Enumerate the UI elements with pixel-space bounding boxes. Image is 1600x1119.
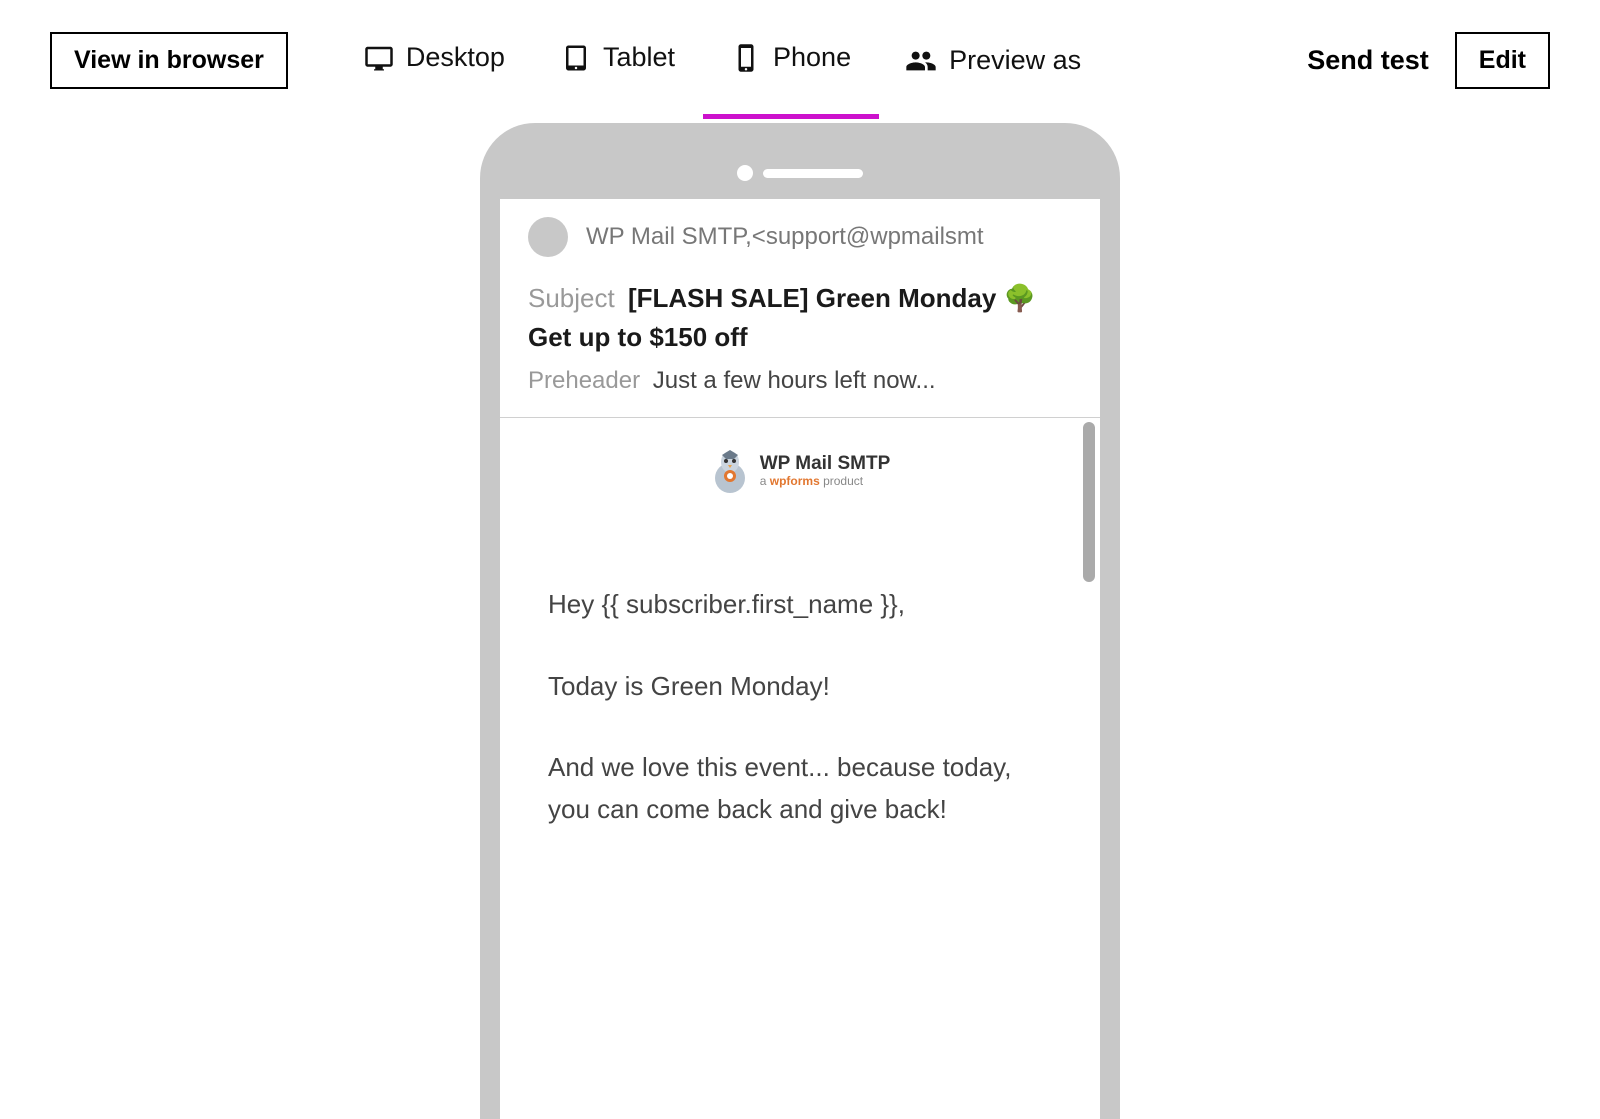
camera-dot-icon bbox=[737, 165, 753, 181]
preview-toolbar: View in browser Desktop Tablet Phone Pre… bbox=[0, 0, 1600, 91]
preview-area: WP Mail SMTP,<support@wpmailsmt Subject … bbox=[0, 91, 1600, 1119]
subject-label: Subject bbox=[528, 283, 615, 313]
email-body-text: Hey {{ subscriber.first_name }}, Today i… bbox=[520, 584, 1080, 830]
people-icon bbox=[905, 45, 937, 77]
send-test-button[interactable]: Send test bbox=[1281, 33, 1455, 88]
logo-sub-brand: wpforms bbox=[770, 474, 820, 488]
tablet-icon bbox=[561, 43, 591, 73]
tab-tablet-label: Tablet bbox=[603, 42, 675, 73]
view-in-browser-button[interactable]: View in browser bbox=[50, 32, 288, 89]
phone-icon bbox=[731, 43, 761, 73]
sender-row: WP Mail SMTP,<support@wpmailsmt bbox=[528, 217, 1072, 257]
body-para-3: And we love this event... because today,… bbox=[548, 747, 1052, 830]
logo-sub-suffix: product bbox=[820, 474, 863, 488]
brand-logo: WP Mail SMTP a wpforms product bbox=[520, 448, 1080, 494]
body-para-1: Hey {{ subscriber.first_name }}, bbox=[548, 584, 1052, 626]
scrollbar[interactable] bbox=[1083, 422, 1095, 582]
desktop-icon bbox=[364, 43, 394, 73]
tab-desktop[interactable]: Desktop bbox=[336, 30, 533, 91]
logo-subtitle: a wpforms product bbox=[760, 475, 891, 488]
phone-notch bbox=[500, 143, 1100, 199]
tab-phone-label: Phone bbox=[773, 42, 851, 73]
preheader-label: Preheader bbox=[528, 367, 640, 394]
tab-tablet[interactable]: Tablet bbox=[533, 30, 703, 91]
edit-button[interactable]: Edit bbox=[1455, 32, 1550, 89]
preview-as-button[interactable]: Preview as bbox=[879, 33, 1107, 89]
email-header: WP Mail SMTP,<support@wpmailsmt Subject … bbox=[500, 199, 1100, 418]
pigeon-icon bbox=[710, 448, 750, 494]
preview-as-label: Preview as bbox=[949, 45, 1081, 76]
phone-frame: WP Mail SMTP,<support@wpmailsmt Subject … bbox=[480, 123, 1120, 1119]
phone-screen: WP Mail SMTP,<support@wpmailsmt Subject … bbox=[500, 199, 1100, 1119]
preheader-text: Just a few hours left now... bbox=[653, 367, 936, 394]
tab-phone[interactable]: Phone bbox=[703, 30, 879, 91]
body-para-2: Today is Green Monday! bbox=[548, 666, 1052, 708]
email-body: WP Mail SMTP a wpforms product Hey {{ su… bbox=[500, 418, 1100, 830]
subject-row: Subject [FLASH SALE] Green Monday 🌳 Get … bbox=[528, 279, 1072, 357]
speaker-bar-icon bbox=[763, 169, 863, 178]
logo-title: WP Mail SMTP bbox=[760, 454, 891, 475]
sender-text: WP Mail SMTP,<support@wpmailsmt bbox=[586, 223, 984, 251]
avatar bbox=[528, 217, 568, 257]
logo-sub-prefix: a bbox=[760, 474, 770, 488]
tab-desktop-label: Desktop bbox=[406, 42, 505, 73]
preheader-row: Preheader Just a few hours left now... bbox=[528, 367, 1072, 395]
logo-text: WP Mail SMTP a wpforms product bbox=[760, 454, 891, 488]
